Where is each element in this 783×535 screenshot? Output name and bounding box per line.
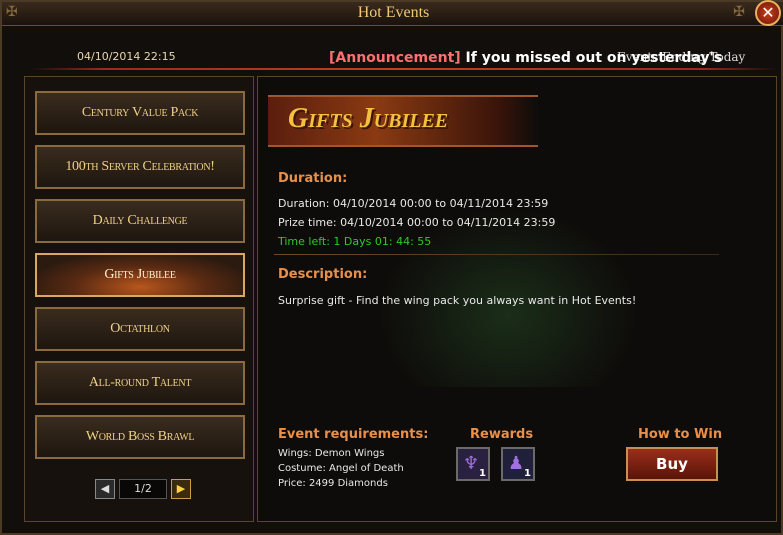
costume-icon: ♟: [508, 453, 525, 474]
requirements-heading: Event requirements:: [278, 427, 429, 442]
next-page-button[interactable]: ▶: [171, 479, 191, 499]
event-list-panel: Century Value Pack 100th Server Celebrat…: [24, 76, 254, 522]
time-left-text: Time left: 1 Days 01: 44: 55: [278, 235, 432, 248]
event-item-daily-challenge[interactable]: Daily Challenge: [35, 199, 245, 243]
reward-costume-slot[interactable]: ♟ 1: [501, 447, 535, 481]
window-title: Hot Events: [357, 4, 430, 21]
prev-page-button[interactable]: ◀: [95, 479, 115, 499]
event-list-pager: ◀ 1/2 ▶: [95, 479, 191, 499]
section-divider: [274, 254, 719, 255]
rewards-heading: Rewards: [470, 427, 534, 442]
description-text: Surprise gift - Find the wing pack you a…: [278, 294, 637, 307]
server-datetime: 04/10/2014 22:15: [77, 50, 176, 63]
description-heading: Description:: [278, 267, 368, 282]
announcement-text: [Announcement] If you missed out on yest…: [329, 50, 722, 66]
reward-quantity: 1: [524, 468, 531, 479]
announcement-divider: [30, 68, 777, 70]
event-title-banner: Gifts Jubilee: [268, 95, 538, 147]
corner-ornament-icon: ✠: [733, 4, 745, 20]
wings-icon: ♆: [463, 453, 480, 474]
event-item-100th-server-celebration[interactable]: 100th Server Celebration!: [35, 145, 245, 189]
event-title: Gifts Jubilee: [288, 103, 449, 134]
requirement-costume: Costume: Angel of Death: [278, 463, 404, 474]
announcement-bar: 04/10/2014 22:15 Events Ending Today [An…: [22, 42, 777, 72]
hot-events-window: ✠ Hot Events ✠ ✕ 04/10/2014 22:15 Events…: [0, 0, 783, 535]
event-item-all-round-talent[interactable]: All-round Talent: [35, 361, 245, 405]
reward-wings-slot[interactable]: ♆ 1: [456, 447, 490, 481]
buy-button[interactable]: Buy: [626, 447, 718, 481]
title-bar: ✠ Hot Events ✠ ✕: [2, 0, 783, 26]
duration-heading: Duration:: [278, 171, 348, 186]
requirement-price: Price: 2499 Diamonds: [278, 478, 388, 489]
event-item-century-value-pack[interactable]: Century Value Pack: [35, 91, 245, 135]
duration-text: Duration: 04/10/2014 00:00 to 04/11/2014…: [278, 197, 549, 210]
how-to-win-heading: How to Win: [638, 427, 723, 442]
announcement-tag: [Announcement]: [329, 50, 461, 66]
event-item-octathlon[interactable]: Octathlon: [35, 307, 245, 351]
event-item-world-boss-brawl[interactable]: World Boss Brawl: [35, 415, 245, 459]
page-indicator: 1/2: [119, 479, 167, 499]
close-button[interactable]: ✕: [755, 0, 781, 26]
announcement-message: If you missed out on yesterday's: [460, 50, 723, 66]
prize-time-text: Prize time: 04/10/2014 00:00 to 04/11/20…: [278, 216, 556, 229]
event-detail-panel: Gifts Jubilee Duration: Duration: 04/10/…: [257, 76, 777, 522]
reward-quantity: 1: [479, 468, 486, 479]
event-item-gifts-jubilee[interactable]: Gifts Jubilee: [35, 253, 245, 297]
requirement-wings: Wings: Demon Wings: [278, 448, 385, 459]
